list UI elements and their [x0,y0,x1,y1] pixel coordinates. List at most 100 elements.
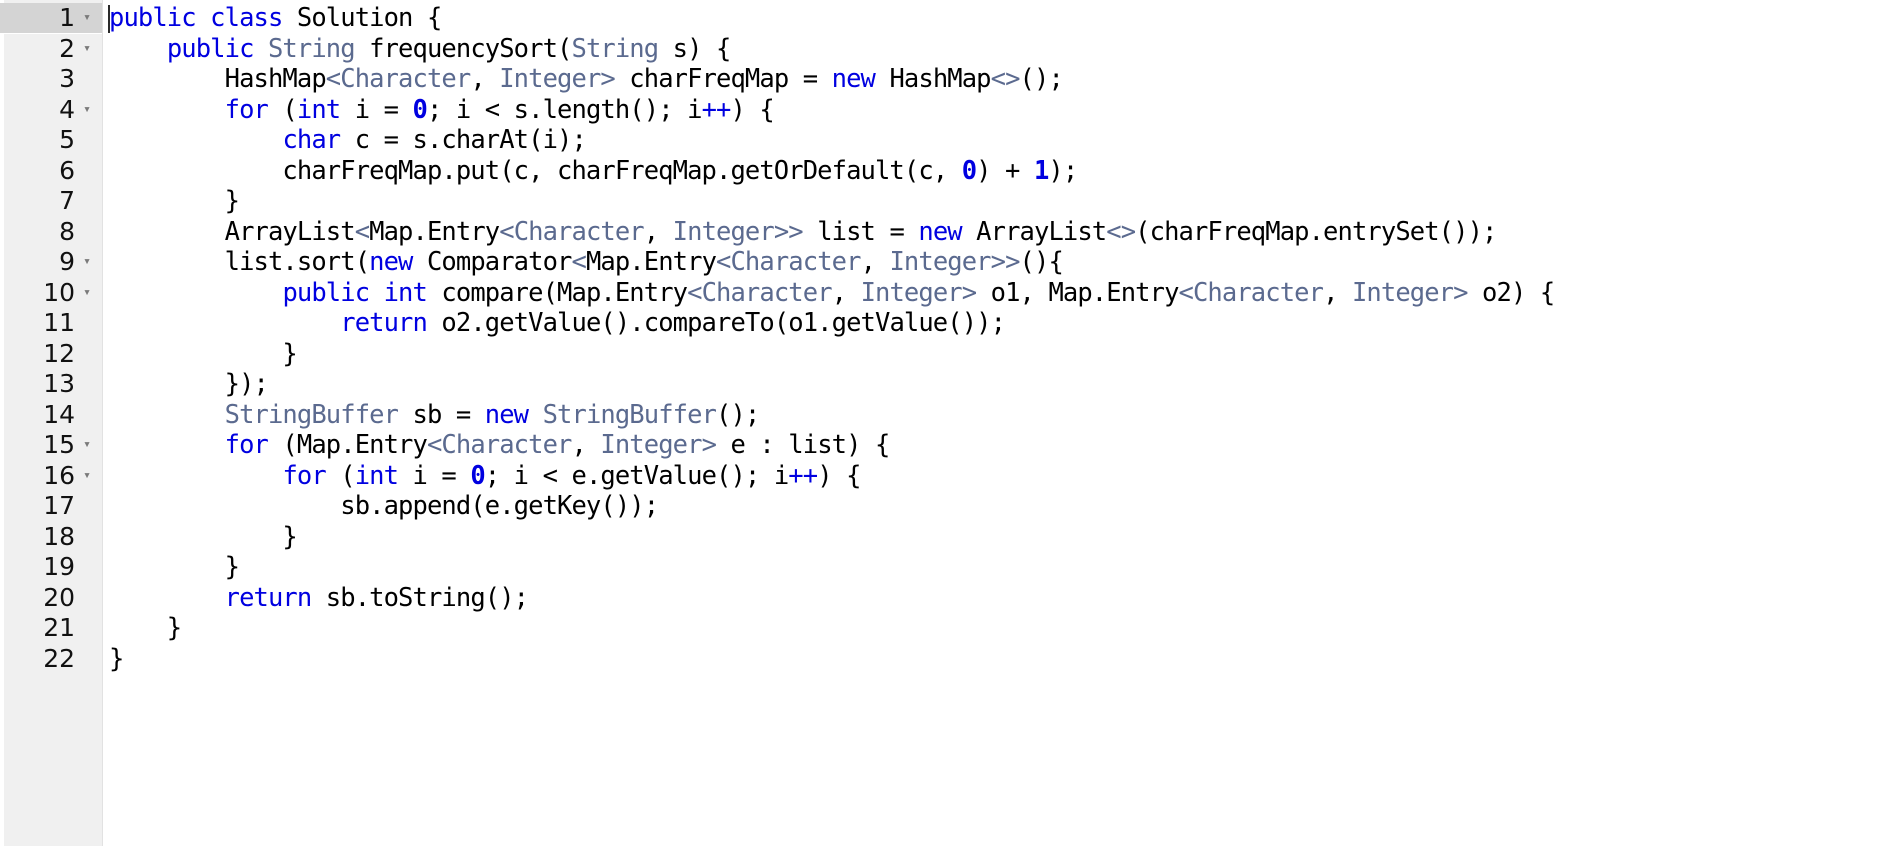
code-text-area[interactable]: public class Solution { public String fr… [103,0,1882,846]
code-line-3[interactable]: HashMap<Character, Integer> charFreqMap … [103,64,1882,95]
token: > [701,430,717,460]
token: Character [1192,277,1324,308]
line-number: 11 [43,308,75,337]
code-line-18[interactable]: } [103,522,1882,553]
token: charFreqMap = [614,64,832,94]
code-line-4[interactable]: for (int i = 0; i < s.length(); i++) { [103,95,1882,126]
gutter-line-9[interactable]: 9 ▾ [0,247,102,278]
code-line-1[interactable]: public class Solution { [103,3,1882,34]
gutter-line-16[interactable]: 16 ▾ [0,461,102,492]
token: < [1178,277,1194,308]
token: (Map.Entry [267,430,427,460]
code-line-12[interactable]: } [103,339,1882,370]
fold-arrow-icon[interactable]: ▾ [78,278,96,309]
code-line-9[interactable]: list.sort(new Comparator<Map.Entry<Chara… [103,247,1882,278]
line-number: 5 [59,125,75,154]
line-number-gutter[interactable]: 1▾2▾3▾4▾5▾6▾7▾8▾9▾10▾11▾12▾13▾14▾15▾16▾1… [0,0,103,846]
token: ( [267,94,297,125]
token: c = s.charAt(i); [340,125,587,155]
token: (){ [1019,247,1064,277]
gutter-line-2[interactable]: 2 ▾ [0,34,102,65]
line-number: 14 [43,399,75,429]
code-line-11[interactable]: return o2.getValue().compareTo(o1.getVal… [103,308,1882,339]
gutter-line-21[interactable]: 21▾ [0,613,102,644]
token: Map.Entry [585,247,717,277]
gutter-line-18[interactable]: 18▾ [0,522,102,553]
line-number: 2 [59,33,75,63]
code-line-15[interactable]: for (Map.Entry<Character, Integer> e : l… [103,430,1882,461]
gutter-line-11[interactable]: 11▾ [0,308,102,339]
gutter-line-6[interactable]: 6▾ [0,156,102,187]
code-line-19[interactable]: } [103,552,1882,583]
token: <> [990,64,1021,94]
token: Integer [860,277,963,308]
token: } [109,643,124,674]
gutter-line-15[interactable]: 15 ▾ [0,430,102,461]
gutter-line-1[interactable]: 1 ▾ [0,3,102,34]
token: , [571,430,601,460]
token: StringBuffer [542,399,717,430]
token: ++ [701,94,732,125]
code-line-14[interactable]: StringBuffer sb = new StringBuffer(); [103,400,1882,431]
fold-arrow-icon[interactable]: ▾ [78,430,96,461]
line-number: 8 [59,216,75,246]
gutter-line-7[interactable]: 7▾ [0,186,102,217]
gutter-line-5[interactable]: 5▾ [0,125,102,156]
gutter-line-19[interactable]: 19▾ [0,552,102,583]
code-line-2[interactable]: public String frequencySort(String s) { [103,34,1882,65]
fold-arrow-icon[interactable]: ▾ [78,461,96,492]
code-line-22[interactable]: } [103,644,1882,675]
gutter-line-12[interactable]: 12▾ [0,339,102,370]
line-number: 15 [43,430,75,459]
code-line-21[interactable]: } [103,613,1882,644]
token: ; i < s.length(); i [426,94,702,125]
fold-arrow-icon[interactable]: ▾ [78,95,96,126]
token: } [109,552,240,582]
token: e : list) { [716,430,890,460]
line-number: 19 [43,552,75,581]
code-line-10[interactable]: public int compare(Map.Entry<Character, … [103,278,1882,309]
code-line-6[interactable]: charFreqMap.put(c, charFreqMap.getOrDefa… [103,156,1882,187]
code-line-7[interactable]: } [103,186,1882,217]
gutter-line-13[interactable]: 13▾ [0,369,102,400]
token: ) + [976,155,1034,186]
token: ); [1048,155,1078,186]
gutter-line-22[interactable]: 22▾ [0,644,102,675]
token: return [340,308,428,338]
token: < [716,247,731,277]
fold-arrow-icon[interactable]: ▾ [78,3,96,34]
code-line-17[interactable]: sb.append(e.getKey()); [103,491,1882,522]
gutter-line-14[interactable]: 14▾ [0,400,102,431]
code-editor[interactable]: 1▾2▾3▾4▾5▾6▾7▾8▾9▾10▾11▾12▾13▾14▾15▾16▾1… [0,0,1882,846]
token: new [369,247,413,277]
fold-arrow-icon[interactable]: ▾ [78,247,96,278]
token: new [484,399,529,430]
code-line-20[interactable]: return sb.toString(); [103,583,1882,614]
code-line-5[interactable]: char c = s.charAt(i); [103,125,1882,156]
token: , [831,277,861,308]
token: < [687,277,702,308]
token: } [109,338,297,369]
gutter-line-20[interactable]: 20▾ [0,583,102,614]
code-line-13[interactable]: }); [103,369,1882,400]
gutter-line-17[interactable]: 17▾ [0,491,102,522]
text-cursor [108,5,110,33]
token: ArrayList [961,216,1107,247]
fold-arrow-icon[interactable]: ▾ [78,34,96,65]
token: , [470,64,500,94]
token: list.sort( [109,247,370,277]
gutter-line-4[interactable]: 4 ▾ [0,95,102,126]
line-number: 17 [43,491,75,520]
code-line-8[interactable]: ArrayList<Map.Entry<Character, Integer>>… [103,217,1882,248]
gutter-line-3[interactable]: 3▾ [0,64,102,95]
code-line-16[interactable]: for (int i = 0; i < e.getValue(); i++) { [103,461,1882,492]
gutter-line-8[interactable]: 8▾ [0,217,102,248]
token: Integer [672,216,775,247]
token: , [860,247,890,277]
token: int [354,460,399,491]
token: 0 [470,460,485,491]
token: < [325,64,341,94]
gutter-line-10[interactable]: 10 ▾ [0,278,102,309]
